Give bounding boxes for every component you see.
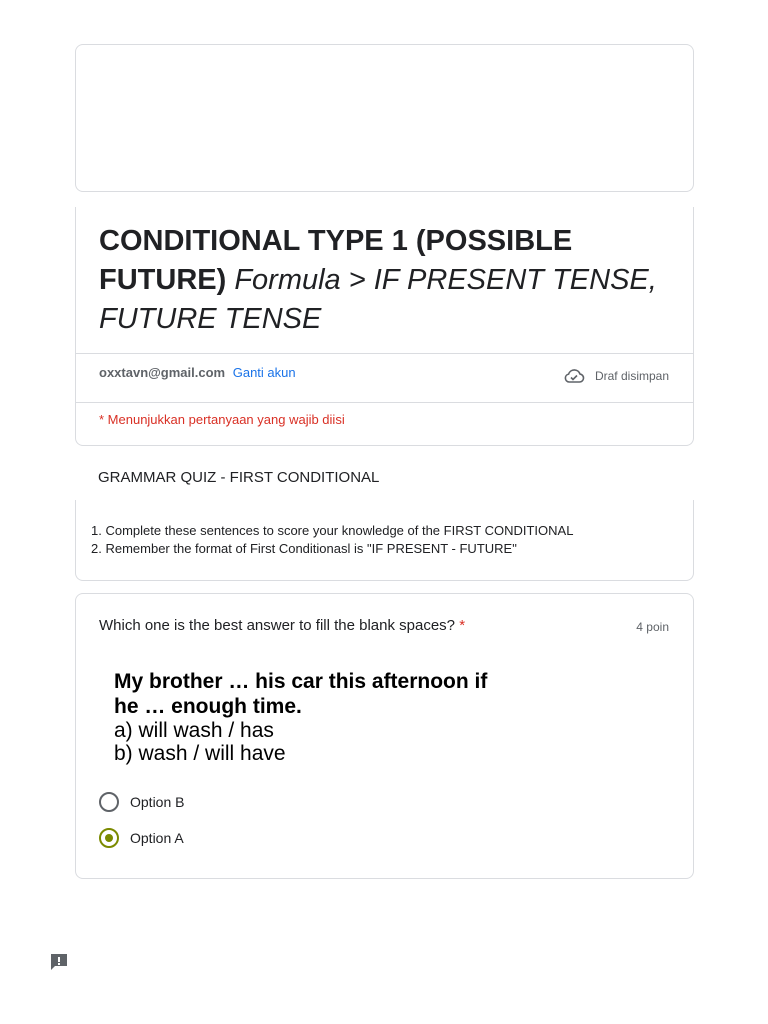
option-b[interactable]: Option B xyxy=(99,792,184,812)
question-image-line: a) will wash / has xyxy=(114,719,274,742)
option-label: Option A xyxy=(130,830,184,846)
radio-button[interactable] xyxy=(99,792,119,812)
section-description-list: 1. Complete these sentences to score you… xyxy=(91,522,573,558)
account-row: oxxtavn@gmail.com Ganti akun Draf disimp… xyxy=(76,353,693,403)
question-image: My brother … his car this afternoon if h… xyxy=(114,669,574,765)
option-label: Option B xyxy=(130,794,185,810)
question-image-line: My brother … his car this afternoon if xyxy=(114,670,488,693)
question-image-line: he … enough time. xyxy=(114,695,302,718)
question-points: 4 poin xyxy=(636,620,669,634)
cloud-check-icon xyxy=(564,369,585,383)
feedback-icon[interactable] xyxy=(49,952,69,972)
question-text: Which one is the best answer to fill the… xyxy=(99,617,465,634)
draft-status-text: Draf disimpan xyxy=(594,369,669,383)
form-title-card: CONDITIONAL TYPE 1 (POSSIBLE FUTURE) For… xyxy=(75,207,694,446)
option-a[interactable]: Option A xyxy=(99,828,184,848)
switch-account-link[interactable]: Ganti akun xyxy=(233,365,296,380)
required-note: * Menunjukkan pertanyaan yang wajib diis… xyxy=(99,412,345,427)
form-title: CONDITIONAL TYPE 1 (POSSIBLE FUTURE) For… xyxy=(99,222,669,339)
list-item: 2. Remember the format of First Conditio… xyxy=(91,541,517,556)
list-item: 1. Complete these sentences to score you… xyxy=(91,523,574,538)
radio-button-selected[interactable] xyxy=(99,828,119,848)
section-description-card: 1. Complete these sentences to score you… xyxy=(75,500,694,581)
question-text-label: Which one is the best answer to fill the… xyxy=(99,617,456,634)
question-image-line: b) wash / will have xyxy=(114,742,286,765)
section-title: GRAMMAR QUIZ - FIRST CONDITIONAL xyxy=(98,469,380,486)
question-card: Which one is the best answer to fill the… xyxy=(75,593,694,879)
required-star: * xyxy=(459,617,466,634)
header-banner xyxy=(75,44,694,192)
account-email: oxxtavn@gmail.com Ganti akun xyxy=(99,365,296,380)
account-email-text: oxxtavn@gmail.com xyxy=(99,365,226,380)
draft-status: Draf disimpan xyxy=(563,368,669,384)
